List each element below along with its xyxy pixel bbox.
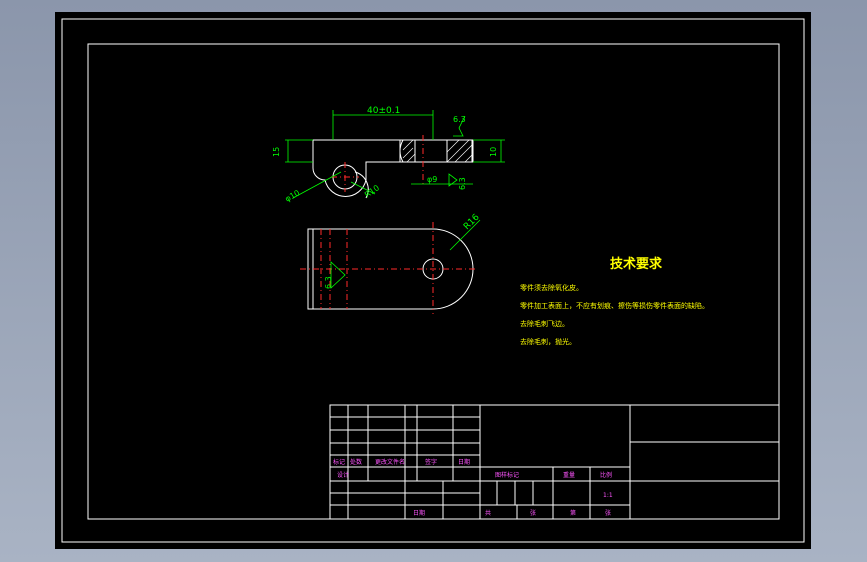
tb-date: 日期 <box>413 509 425 517</box>
tb-sheet-no: 第 <box>570 509 576 517</box>
front-view: R16 6.3 <box>300 212 482 314</box>
drawing-viewport[interactable]: 40±0.1 15 10 6.3 φ9 6.3 φ10 R10 R16 6.3 … <box>55 12 811 549</box>
tb-stage-2: 比例 <box>600 471 612 479</box>
tb-header-1: 处数 <box>350 458 362 466</box>
dim-radius-small: R10 <box>363 183 381 199</box>
roughness-top: 6.3 <box>453 115 466 124</box>
top-view-profile-left <box>312 139 401 197</box>
tb-header-0: 标记 <box>333 458 345 466</box>
tb-stage-1: 重量 <box>563 471 575 479</box>
top-view: 40±0.1 15 10 6.3 φ9 6.3 φ10 R10 <box>272 106 505 204</box>
tb-sheet-unit: 张 <box>530 509 536 517</box>
title-block: 标记 处数 更改文件名 签字 日期 设计 日期 图样标记 重量 比例 1:1 共… <box>329 404 780 520</box>
tb-sheet-unit2: 张 <box>605 509 611 517</box>
tb-sheet-total: 共 <box>485 509 491 517</box>
roughness-lower: 6.3 <box>324 276 333 289</box>
tech-item-3: 去除毛刺飞边。 <box>520 319 569 328</box>
dim-hole-dia: φ10 <box>284 188 302 204</box>
tech-requirements: 技术要求 零件须去除氧化皮。 零件加工表面上，不应有划痕、擦伤等损伤零件表面的缺… <box>520 256 709 346</box>
roughness-symbol-front <box>330 261 346 289</box>
tb-header-4: 日期 <box>458 458 470 466</box>
tb-stage-0: 图样标记 <box>495 471 519 479</box>
tech-item-1: 零件须去除氧化皮。 <box>520 283 583 292</box>
tech-title: 技术要求 <box>610 256 663 272</box>
tb-header-3: 签字 <box>425 458 437 466</box>
dim-height-right: 10 <box>489 147 498 157</box>
tb-header-2: 更改文件名 <box>375 458 405 466</box>
tb-design: 设计 <box>337 471 349 479</box>
tech-item-2: 零件加工表面上，不应有划痕、擦伤等损伤零件表面的缺陷。 <box>520 301 709 310</box>
top-view-body <box>399 139 473 163</box>
dim-height-left: 15 <box>272 147 281 157</box>
tb-scale: 1:1 <box>603 492 613 499</box>
dim-length: 40±0.1 <box>367 106 400 116</box>
section-hatch-right <box>446 139 474 163</box>
inner-frame <box>87 43 780 520</box>
section-hatch-left <box>399 139 416 163</box>
cad-canvas[interactable]: 40±0.1 15 10 6.3 φ9 6.3 φ10 R10 R16 6.3 … <box>55 12 811 549</box>
roughness-side: 6.3 <box>458 177 467 190</box>
dim-radius-top: R16 <box>462 212 482 232</box>
tech-item-4: 去除毛刺，抛光。 <box>520 337 576 346</box>
dim-slot-width: φ9 <box>427 175 437 184</box>
